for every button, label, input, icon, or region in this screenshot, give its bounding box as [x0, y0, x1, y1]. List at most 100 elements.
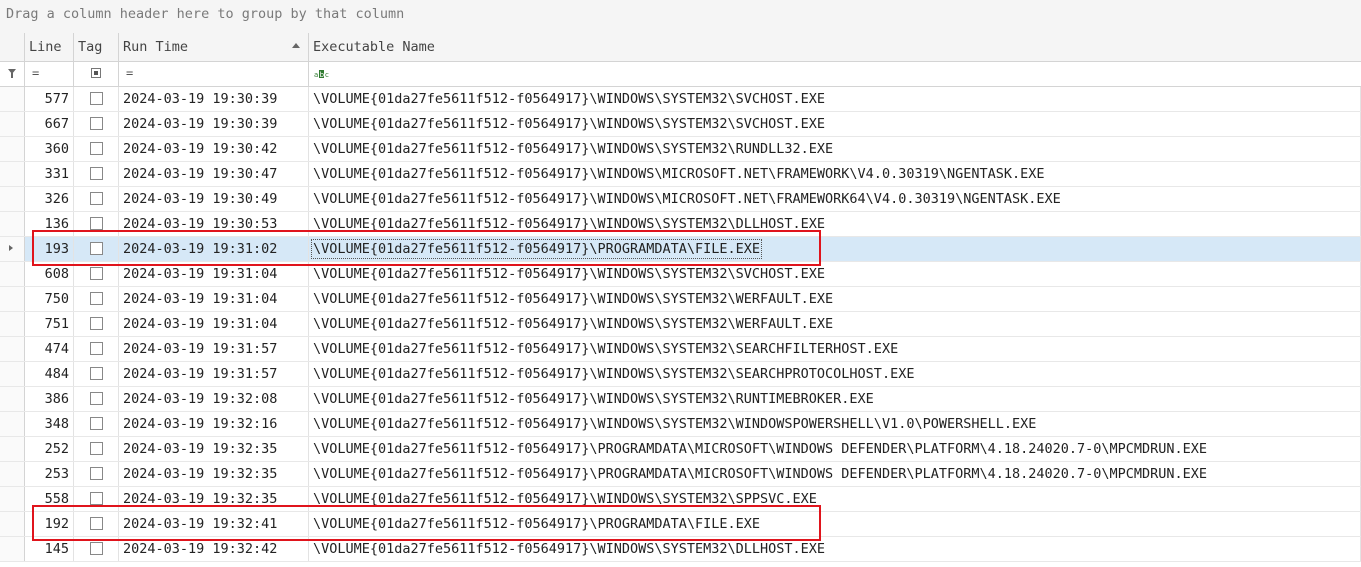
cell-executable-name[interactable]: \VOLUME{01da27fe5611f512-f0564917}\WINDO…: [309, 312, 1361, 336]
table-row[interactable]: 484 2024-03-19 19:31:57 \VOLUME{01da27fe56…: [0, 362, 1361, 387]
table-row[interactable]: 252 2024-03-19 19:32:35 \VOLUME{01da27fe56…: [0, 437, 1361, 462]
table-row[interactable]: 577 2024-03-19 19:30:39 \VOLUME{01da27fe56…: [0, 87, 1361, 112]
column-header-run-time[interactable]: Run Time: [119, 33, 309, 61]
row-selector[interactable]: [0, 462, 25, 486]
cell-run-time[interactable]: 2024-03-19 19:31:57: [119, 362, 309, 386]
tag-checkbox[interactable]: [90, 267, 103, 280]
row-selector[interactable]: [0, 437, 25, 461]
row-selector[interactable]: [0, 312, 25, 336]
row-selector[interactable]: [0, 237, 25, 261]
table-row[interactable]: 360 2024-03-19 19:30:42 \VOLUME{01da27fe56…: [0, 137, 1361, 162]
cell-tag[interactable]: [74, 112, 119, 136]
cell-line[interactable]: 348: [25, 412, 74, 436]
cell-line[interactable]: 484: [25, 362, 74, 386]
cell-tag[interactable]: [74, 387, 119, 411]
cell-tag[interactable]: [74, 137, 119, 161]
filter-executable-cell[interactable]: a b c: [309, 62, 1361, 86]
cell-tag[interactable]: [74, 437, 119, 461]
cell-tag[interactable]: [74, 312, 119, 336]
tag-checkbox[interactable]: [90, 142, 103, 155]
cell-run-time[interactable]: 2024-03-19 19:32:16: [119, 412, 309, 436]
row-selector[interactable]: [0, 512, 25, 536]
cell-executable-name[interactable]: \VOLUME{01da27fe5611f512-f0564917}\WINDO…: [309, 287, 1361, 311]
cell-line[interactable]: 331: [25, 162, 74, 186]
column-header-tag[interactable]: Tag: [74, 33, 119, 61]
cell-line[interactable]: 751: [25, 312, 74, 336]
cell-line[interactable]: 360: [25, 137, 74, 161]
cell-line[interactable]: 577: [25, 87, 74, 111]
cell-executable-name[interactable]: \VOLUME{01da27fe5611f512-f0564917}\WINDO…: [309, 362, 1361, 386]
tag-checkbox[interactable]: [90, 117, 103, 130]
table-row[interactable]: 386 2024-03-19 19:32:08 \VOLUME{01da27fe56…: [0, 387, 1361, 412]
tag-checkbox[interactable]: [90, 542, 103, 555]
table-row[interactable]: 474 2024-03-19 19:31:57 \VOLUME{01da27fe56…: [0, 337, 1361, 362]
cell-executable-name[interactable]: \VOLUME{01da27fe5611f512-f0564917}\WINDO…: [309, 87, 1361, 111]
cell-line[interactable]: 667: [25, 112, 74, 136]
filter-tag-cell[interactable]: [74, 62, 119, 86]
tag-checkbox[interactable]: [90, 217, 103, 230]
cell-tag[interactable]: [74, 162, 119, 186]
column-header-executable-name[interactable]: Executable Name: [309, 33, 1361, 61]
cell-tag[interactable]: [74, 412, 119, 436]
tag-checkbox[interactable]: [90, 167, 103, 180]
tag-checkbox[interactable]: [90, 467, 103, 480]
cell-tag[interactable]: [74, 362, 119, 386]
row-selector[interactable]: [0, 137, 25, 161]
cell-executable-name[interactable]: \VOLUME{01da27fe5611f512-f0564917}\WINDO…: [309, 412, 1361, 436]
cell-executable-name[interactable]: \VOLUME{01da27fe5611f512-f0564917}\WINDO…: [309, 387, 1361, 411]
cell-tag[interactable]: [74, 87, 119, 111]
row-selector[interactable]: [0, 162, 25, 186]
row-selector[interactable]: [0, 337, 25, 361]
row-selector[interactable]: [0, 287, 25, 311]
table-row[interactable]: 750 2024-03-19 19:31:04 \VOLUME{01da27fe56…: [0, 287, 1361, 312]
table-row[interactable]: 331 2024-03-19 19:30:47 \VOLUME{01da27fe56…: [0, 162, 1361, 187]
text-filter-icon[interactable]: a b c: [314, 70, 330, 80]
row-selector[interactable]: [0, 362, 25, 386]
row-selector[interactable]: [0, 212, 25, 236]
row-selector[interactable]: [0, 262, 25, 286]
cell-line[interactable]: 750: [25, 287, 74, 311]
cell-run-time[interactable]: 2024-03-19 19:30:39: [119, 112, 309, 136]
cell-line[interactable]: 386: [25, 387, 74, 411]
filter-line-operator[interactable]: =: [32, 66, 39, 80]
cell-run-time[interactable]: 2024-03-19 19:30:39: [119, 87, 309, 111]
cell-run-time[interactable]: 2024-03-19 19:30:49: [119, 187, 309, 211]
cell-executable-name[interactable]: \VOLUME{01da27fe5611f512-f0564917}\WINDO…: [309, 112, 1361, 136]
filter-line-cell[interactable]: =: [25, 62, 74, 86]
cell-run-time[interactable]: 2024-03-19 19:32:08: [119, 387, 309, 411]
column-header-line[interactable]: Line: [25, 33, 74, 61]
cell-tag[interactable]: [74, 187, 119, 211]
cell-run-time[interactable]: 2024-03-19 19:32:35: [119, 462, 309, 486]
cell-run-time[interactable]: 2024-03-19 19:30:42: [119, 137, 309, 161]
cell-run-time[interactable]: 2024-03-19 19:30:47: [119, 162, 309, 186]
tag-checkbox[interactable]: [90, 317, 103, 330]
row-selector[interactable]: [0, 412, 25, 436]
row-selector[interactable]: [0, 187, 25, 211]
row-selector[interactable]: [0, 112, 25, 136]
cell-line[interactable]: 474: [25, 337, 74, 361]
tag-checkbox[interactable]: [90, 417, 103, 430]
cell-executable-name[interactable]: \VOLUME{01da27fe5611f512-f0564917}\PROGR…: [309, 437, 1361, 461]
cell-executable-name[interactable]: \VOLUME{01da27fe5611f512-f0564917}\WINDO…: [309, 337, 1361, 361]
tag-checkbox[interactable]: [90, 492, 103, 505]
group-by-panel[interactable]: Drag a column header here to group by th…: [0, 0, 1361, 34]
filter-run-time-cell[interactable]: =: [119, 62, 309, 86]
filter-tag-checkbox[interactable]: [91, 68, 101, 78]
cell-executable-name[interactable]: \VOLUME{01da27fe5611f512-f0564917}\PROGR…: [309, 462, 1361, 486]
row-selector[interactable]: [0, 387, 25, 411]
table-row[interactable]: 667 2024-03-19 19:30:39 \VOLUME{01da27fe56…: [0, 112, 1361, 137]
cell-line[interactable]: 252: [25, 437, 74, 461]
cell-tag[interactable]: [74, 287, 119, 311]
row-selector[interactable]: [0, 537, 25, 561]
cell-tag[interactable]: [74, 337, 119, 361]
cell-run-time[interactable]: 2024-03-19 19:31:04: [119, 287, 309, 311]
tag-checkbox[interactable]: [90, 92, 103, 105]
cell-line[interactable]: 326: [25, 187, 74, 211]
cell-executable-name[interactable]: \VOLUME{01da27fe5611f512-f0564917}\WINDO…: [309, 137, 1361, 161]
table-row[interactable]: 326 2024-03-19 19:30:49 \VOLUME{01da27fe56…: [0, 187, 1361, 212]
cell-run-time[interactable]: 2024-03-19 19:32:35: [119, 437, 309, 461]
row-selector[interactable]: [0, 87, 25, 111]
cell-executable-name[interactable]: \VOLUME{01da27fe5611f512-f0564917}\WINDO…: [309, 187, 1361, 211]
tag-checkbox[interactable]: [90, 442, 103, 455]
tag-checkbox[interactable]: [90, 192, 103, 205]
